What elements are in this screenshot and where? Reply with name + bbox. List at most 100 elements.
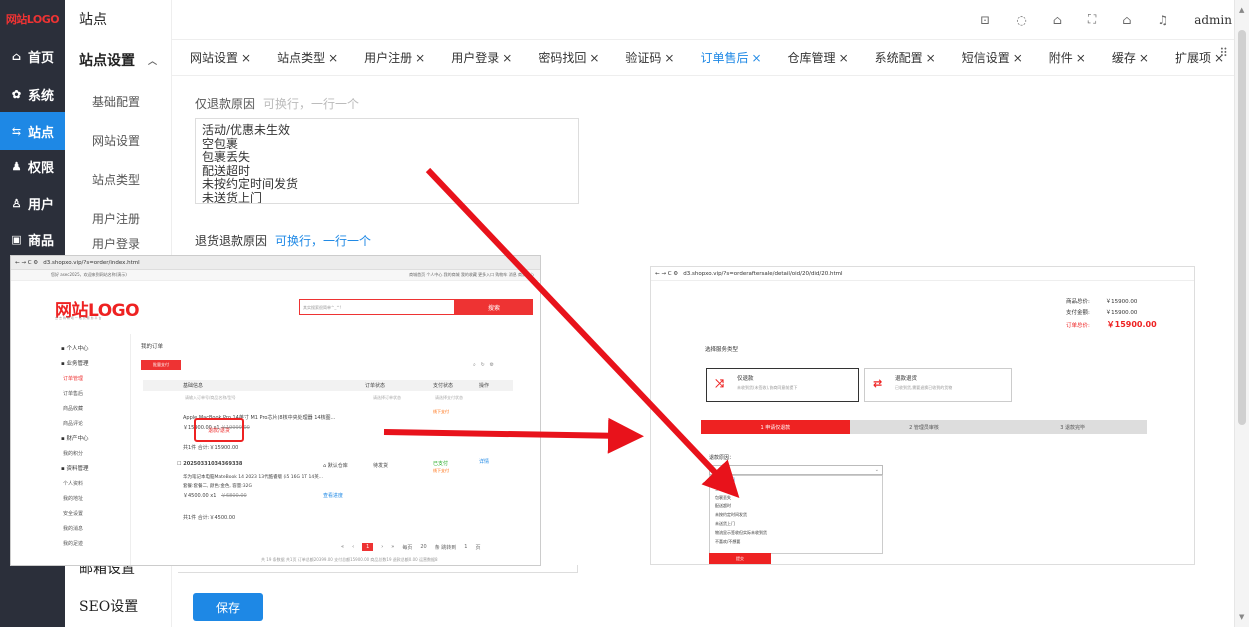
reason-option[interactable]: 不喜欢/不想要 [710,538,882,547]
close-icon[interactable]: × [664,51,674,65]
user-menu-item[interactable]: 订单售后 [63,387,130,402]
bell-icon[interactable]: ♫ [1157,13,1168,27]
order2-detail-link[interactable]: 详情 [479,458,489,465]
close-icon[interactable]: × [1139,51,1149,65]
close-icon[interactable]: × [589,51,599,65]
save-button[interactable]: 保存 [193,593,263,621]
reason-option[interactable]: 空包裹 [710,485,882,494]
batch-pay-button[interactable]: 批量支付 [141,360,181,370]
nav-item-site[interactable]: ⇆ 站点 [0,112,65,150]
tab-9[interactable]: 短信设置 × [962,49,1023,66]
reason-option[interactable]: 包裹丢失 [710,494,882,503]
user-menu-item[interactable]: ▪ 资料管理 [61,462,130,477]
refund-only-card[interactable]: ⤨ 仅退款 未收到货(未签收),协商同意前提下 [706,368,859,402]
close-icon[interactable]: × [502,51,512,65]
scroll-down-arrow[interactable]: ▼ [1239,613,1244,621]
home-icon[interactable]: ⌂ [1122,13,1131,27]
user-menu-item[interactable]: 我的消息 [63,522,130,537]
tab-1[interactable]: 站点类型 × [277,49,338,66]
pager-item[interactable]: 页 [475,544,480,551]
tab-0[interactable]: 网站设置 × [190,49,251,66]
nav-item-gear[interactable]: ✿ 系统 [0,75,65,113]
reason-option[interactable]: 请选择原因 [710,476,882,485]
reason-option[interactable]: 物流显示签收但实际未收到货 [710,529,882,538]
user-menu-item[interactable]: 我的积分 [63,447,130,462]
sub-nav-item-4[interactable]: 用户登录 [65,238,171,252]
tab-3[interactable]: 用户登录 × [451,49,512,66]
pager-item[interactable]: 20 [420,544,426,550]
language-icon[interactable]: ⌂ [1053,13,1062,27]
nav-item-goods[interactable]: ▣ 商品 [0,220,65,258]
filter-input[interactable]: 请输入订单号/商品名称/型号 [185,395,236,401]
nav-item-user[interactable]: ♙ 用户 [0,184,65,222]
user-menu-item[interactable]: 商品收藏 [63,402,130,417]
reason-option[interactable]: 配送超时 [710,502,882,511]
tab-2[interactable]: 用户注册 × [364,49,425,66]
reason-dropdown-list[interactable]: 请选择原因 空包裹 包裹丢失 配送超时 未按约定时间发货 未送货上门 物流显示签收但实际未收… [709,475,883,554]
sub-nav-item-0[interactable]: 基础配置 [65,82,171,121]
order2-logistics-link[interactable]: 查看进度 [323,492,343,499]
close-icon[interactable]: × [415,51,425,65]
return-refund-card[interactable]: ⇄ 退款退货 已收到货,需要退换已收到的货物 [864,368,1012,402]
pagination[interactable]: « ‹ 1 › » 每页 20 条 跳转到 1 页 [341,543,481,551]
fullscreen-icon[interactable]: ⛶ [1088,12,1096,27]
tab-5[interactable]: 验证码 × [625,49,674,66]
close-icon[interactable]: × [241,51,251,65]
sub-nav-group-site-settings[interactable]: 站点设置 ︿ [65,38,171,82]
palette-icon[interactable]: ◌ [1016,13,1026,27]
pager-item[interactable]: 条 跳转到 [435,544,457,551]
close-icon[interactable]: × [839,51,849,65]
grid-icon[interactable]: ⠿ [1219,46,1228,60]
filter-pay[interactable]: 请选择支付状态 [435,395,463,401]
reason-select[interactable]: ⌄ [709,465,883,475]
user-menu-item[interactable]: ▪ 财产中心 [61,432,130,447]
site-search-button[interactable]: 搜索 [455,299,533,315]
sub-nav-item-seo[interactable]: SEO设置 [65,596,172,616]
pager-item[interactable]: ‹ [352,544,354,550]
close-icon[interactable]: × [751,51,761,65]
pager-item[interactable]: 1 [362,543,374,551]
page-scrollbar[interactable]: ▲ ▼ [1234,0,1249,627]
submit-button[interactable]: 提交 [709,553,771,564]
toolbar-icons[interactable]: ⌕ ↻ ⚙ [473,362,494,368]
close-icon[interactable]: × [926,51,936,65]
user-menu-item[interactable]: ▪ 业务管理 [61,357,130,372]
sub-nav-item-2[interactable]: 站点类型 [65,160,171,199]
close-icon[interactable]: × [328,51,338,65]
tab-11[interactable]: 缓存 × [1112,49,1149,66]
user-menu-item[interactable]: 我的地址 [63,492,130,507]
tab-8[interactable]: 系统配置 × [875,49,936,66]
nav-item-permission[interactable]: ♟ 权限 [0,147,65,185]
filter-status[interactable]: 请选择订单状态 [373,395,401,401]
sub-nav-item-3[interactable]: 用户注册 [65,199,171,238]
document-icon[interactable]: ⊡ [980,13,990,27]
sub-nav-item-1[interactable]: 网站设置 [65,121,171,160]
site-search-input[interactable]: 其实搜索很简单^_^! [299,299,455,315]
scroll-up-arrow[interactable]: ▲ [1239,6,1244,14]
close-icon[interactable]: × [1013,51,1023,65]
user-menu-item[interactable]: 商品评论 [63,417,130,432]
pager-item[interactable]: 1 [464,544,467,550]
tab-6[interactable]: 订单售后 × [700,49,761,66]
tab-10[interactable]: 附件 × [1049,49,1086,66]
pager-item[interactable]: 每页 [402,544,412,551]
tab-7[interactable]: 仓库管理 × [788,49,849,66]
reason-option[interactable]: 未按约定时间发货 [710,511,882,520]
user-menu-item[interactable]: 个人资料 [63,477,130,492]
user-menu-item[interactable]: 安全设置 [63,507,130,522]
user-menu-item[interactable]: ▪ 个人中心 [61,342,130,357]
pager-item[interactable]: « [341,544,344,550]
pager-item[interactable]: › [381,544,383,550]
pager-item[interactable]: » [391,544,394,550]
reason-option[interactable]: 未送货上门 [710,520,882,529]
refund-return-link[interactable]: 退款/退货 [194,418,244,442]
nav-item-home[interactable]: ⌂ 首页 [0,37,65,75]
tab-12[interactable]: 扩展项 × [1175,49,1224,66]
scrollbar-thumb[interactable] [1238,30,1246,425]
order2-item[interactable]: 华为笔记本电脑MateBook 14 2023 13代酷睿版 (i5 16G 1… [183,474,323,480]
user-menu[interactable]: admin [1194,13,1232,27]
user-menu-item[interactable]: 订单管理 [63,372,130,387]
close-icon[interactable]: × [1076,51,1086,65]
user-menu-item[interactable]: 我的足迹 [63,537,130,552]
refund-reason-textarea[interactable]: 活动/优惠未生效空包裹包裹丢失配送超时未按约定时间发货未送货上门物流显示签收但实… [195,118,579,204]
